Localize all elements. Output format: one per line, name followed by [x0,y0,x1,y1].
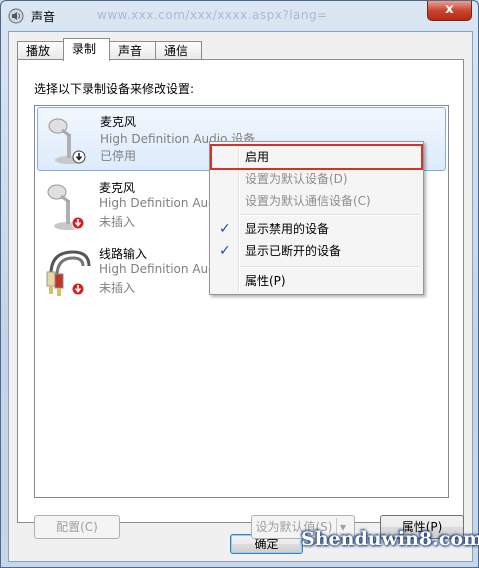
menu-separator [240,266,420,268]
tab-label: 播放 [26,44,51,58]
menu-item-label: 显示禁用的设备 [245,222,330,236]
disabled-badge-icon [72,150,86,164]
tab-label: 声音 [118,44,143,58]
menu-item-set-default-comm[interactable]: 设置为默认通信设备(C) [212,190,421,212]
menu-item-label: 启用 [245,150,270,164]
title-bar[interactable]: 声音 www.xxx.com/xxx/xxxx.aspx?lang= x [1,1,478,31]
checkmark-icon: ✓ [219,243,231,259]
menu-item-label: 设置为默认通信设备(C) [245,194,371,208]
device-status: 未插入 [99,215,136,229]
ok-button-label: 确定 [254,537,279,551]
menu-item-show-disabled[interactable]: ✓ 显示禁用的设备 [212,218,421,240]
tab-label: 通信 [164,44,189,58]
tab-recording[interactable]: 录制 [63,38,110,61]
menu-item-enable[interactable]: 启用 [210,144,423,170]
tab-communications[interactable]: 通信 [155,41,202,60]
instruction-text: 选择以下录制设备来修改设置: [34,82,195,96]
microphone-icon [47,184,82,230]
checkmark-icon: ✓ [219,221,231,237]
menu-item-label: 显示已断开的设备 [245,244,342,258]
tab-sounds[interactable]: 声音 [109,41,156,60]
menu-item-show-disconnected[interactable]: ✓ 显示已断开的设备 [212,240,421,262]
microphone-icon [48,118,83,164]
device-status: 已停用 [100,149,137,163]
device-name: 麦克风 [99,181,136,195]
configure-button[interactable]: 配置(C) [34,515,120,539]
menu-item-label: 属性(P) [245,274,286,288]
device-description: High Definition Audio [99,262,227,276]
menu-item-properties[interactable]: 属性(P) [212,270,421,292]
site-watermark: Shenduwin8.com [301,528,479,550]
device-name: 线路输入 [99,247,148,261]
line-in-cable-icon [46,250,91,296]
configure-button-label: 配置(C) [56,520,98,534]
menu-item-label: 设置为默认设备(D) [245,172,348,186]
window-title: 声音 [31,10,56,24]
menu-separator [240,214,420,216]
close-icon: x [445,2,454,17]
close-button[interactable]: x [427,1,472,21]
device-description: High Definition Audio [99,196,227,210]
tab-label: 录制 [72,42,97,56]
context-menu: 启用 设置为默认设备(D) 设置为默认通信设备(C) ✓ 显示禁用的设备 ✓ 显… [209,141,424,295]
title-watermark: www.xxx.com/xxx/xxxx.aspx?lang= [97,8,328,22]
dialog-client: 播放 录制 声音 通信 选择以下录制设备来修改设置: 麦克风 High Defi… [8,31,473,562]
device-name: 麦克风 [100,115,137,129]
unplugged-badge-icon [71,216,85,230]
unplugged-badge-icon [71,282,85,296]
menu-item-set-default[interactable]: 设置为默认设备(D) [212,168,421,190]
speaker-icon [8,8,24,24]
tab-playback[interactable]: 播放 [17,41,64,60]
device-status: 未插入 [99,281,136,295]
